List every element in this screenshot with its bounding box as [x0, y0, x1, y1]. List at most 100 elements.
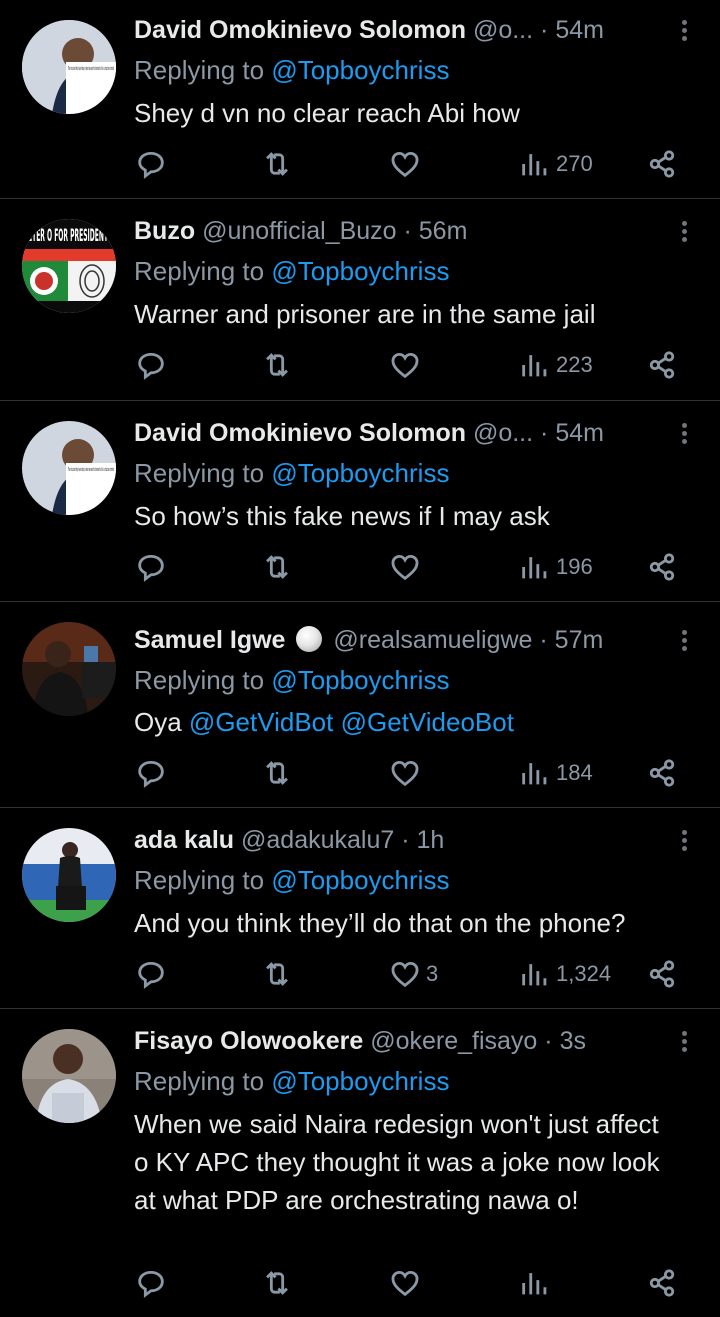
like-button[interactable]	[388, 345, 426, 385]
display-name[interactable]: David Omokinievo Solomon	[134, 16, 466, 44]
timestamp[interactable]: 54m	[555, 16, 604, 44]
avatar[interactable]	[22, 1029, 116, 1123]
views-count: 223	[556, 352, 593, 377]
replying-mention[interactable]: @Topboychriss	[271, 458, 449, 488]
timestamp[interactable]: 56m	[419, 217, 468, 245]
replying-mention[interactable]: @Topboychriss	[271, 1066, 449, 1096]
display-name[interactable]: Buzo	[134, 217, 195, 245]
more-icon[interactable]	[672, 1023, 698, 1059]
tweet-3[interactable]: The structure they have today is what we…	[0, 401, 720, 602]
views-count: 270	[556, 151, 593, 176]
retweet-button[interactable]	[260, 345, 294, 385]
tweet-2[interactable]: ETER O FOR PRESIDENT Buzo @unofficial_Bu…	[0, 199, 720, 401]
retweet-button[interactable]	[260, 547, 294, 587]
more-icon[interactable]	[672, 213, 698, 249]
views-count: 196	[556, 554, 593, 579]
retweet-button[interactable]	[260, 954, 294, 994]
separator: ·	[401, 826, 410, 854]
reply-button[interactable]	[134, 345, 168, 385]
action-bar: 3 1,324	[0, 954, 720, 994]
mention-getvidbot[interactable]: @GetVidBot	[189, 707, 333, 737]
username[interactable]: @realsamueligwe	[333, 626, 532, 654]
username[interactable]: @o...	[473, 419, 533, 447]
share-icon	[649, 1269, 675, 1297]
like-button[interactable]	[388, 1263, 426, 1303]
timestamp[interactable]: 1h	[417, 826, 445, 854]
avatar[interactable]: ETER O FOR PRESIDENT	[22, 219, 116, 313]
views-button[interactable]	[518, 1263, 556, 1303]
replying-to: Replying to @Topboychriss	[134, 253, 449, 289]
share-button[interactable]	[645, 144, 679, 184]
more-icon[interactable]	[672, 822, 698, 858]
reply-icon	[138, 151, 164, 179]
share-icon	[649, 960, 675, 988]
display-name[interactable]: Fisayo Olowookere	[134, 1027, 363, 1055]
share-button[interactable]	[645, 753, 679, 793]
like-button[interactable]	[388, 753, 426, 793]
tweet-header: Samuel Igwe @realsamueligwe · 57m	[134, 622, 666, 658]
tweet-1[interactable]: The structure they have today is what we…	[0, 0, 720, 199]
timestamp[interactable]: 54m	[555, 419, 604, 447]
share-button[interactable]	[645, 954, 679, 994]
reply-icon	[138, 554, 164, 582]
replying-mention[interactable]: @Topboychriss	[271, 865, 449, 895]
avatar-image	[22, 622, 116, 716]
replying-mention[interactable]: @Topboychriss	[271, 665, 449, 695]
retweet-icon	[266, 1271, 288, 1295]
replying-mention[interactable]: @Topboychriss	[271, 256, 449, 286]
replying-label: Replying to	[134, 55, 265, 85]
more-icon[interactable]	[672, 12, 698, 48]
reply-button[interactable]	[134, 753, 168, 793]
avatar[interactable]: The structure they have today is what we…	[22, 20, 116, 114]
reply-button[interactable]	[134, 954, 168, 994]
retweet-button[interactable]	[260, 1263, 294, 1303]
action-bar: 196	[0, 547, 720, 587]
share-button[interactable]	[645, 1263, 679, 1303]
reply-button[interactable]	[134, 1263, 168, 1303]
views-button[interactable]: 223	[518, 345, 593, 385]
views-button[interactable]: 184	[518, 753, 593, 793]
retweet-button[interactable]	[260, 753, 294, 793]
avatar-image: ETER O FOR PRESIDENT	[22, 219, 116, 313]
avatar[interactable]	[22, 828, 116, 922]
views-button[interactable]: 1,324	[518, 954, 611, 994]
avatar[interactable]	[22, 622, 116, 716]
username[interactable]: @okere_fisayo	[370, 1027, 537, 1055]
views-button[interactable]: 270	[518, 144, 593, 184]
tweet-4[interactable]: Samuel Igwe @realsamueligwe · 57m Replyi…	[0, 602, 720, 808]
display-name[interactable]: Samuel Igwe	[134, 626, 285, 654]
views-icon	[522, 154, 547, 176]
replying-mention[interactable]: @Topboychriss	[271, 55, 449, 85]
more-icon[interactable]	[672, 622, 698, 658]
mention-getvideobot[interactable]: @GetVideoBot	[341, 707, 514, 737]
timestamp[interactable]: 57m	[555, 626, 604, 654]
like-button[interactable]	[388, 144, 426, 184]
replying-to: Replying to @Topboychriss	[134, 52, 449, 88]
views-icon	[522, 557, 547, 579]
reply-icon	[138, 961, 164, 989]
replying-to: Replying to @Topboychriss	[134, 862, 449, 898]
avatar[interactable]: The structure they have today is what we…	[22, 421, 116, 515]
views-button[interactable]: 196	[518, 547, 593, 587]
display-name[interactable]: David Omokinievo Solomon	[134, 419, 466, 447]
tweet-6[interactable]: Fisayo Olowookere @okere_fisayo · 3s Rep…	[0, 1009, 720, 1317]
display-name[interactable]: ada kalu	[134, 826, 234, 854]
timestamp[interactable]: 3s	[560, 1027, 586, 1055]
replying-label: Replying to	[134, 1066, 265, 1096]
like-button[interactable]	[388, 547, 426, 587]
username[interactable]: @adakukalu7	[241, 826, 394, 854]
username[interactable]: @unofficial_Buzo	[202, 217, 396, 245]
share-button[interactable]	[645, 345, 679, 385]
tweet-5[interactable]: ada kalu @adakukalu7 · 1h Replying to @T…	[0, 808, 720, 1009]
avatar-image	[22, 1029, 116, 1123]
reply-button[interactable]	[134, 144, 168, 184]
more-icon[interactable]	[672, 415, 698, 451]
separator: ·	[403, 217, 412, 245]
share-button[interactable]	[645, 547, 679, 587]
share-icon	[649, 553, 675, 581]
username[interactable]: @o...	[473, 16, 533, 44]
views-count: 1,324	[556, 961, 612, 986]
like-button[interactable]: 3	[388, 954, 438, 994]
reply-button[interactable]	[134, 547, 168, 587]
retweet-button[interactable]	[260, 144, 294, 184]
